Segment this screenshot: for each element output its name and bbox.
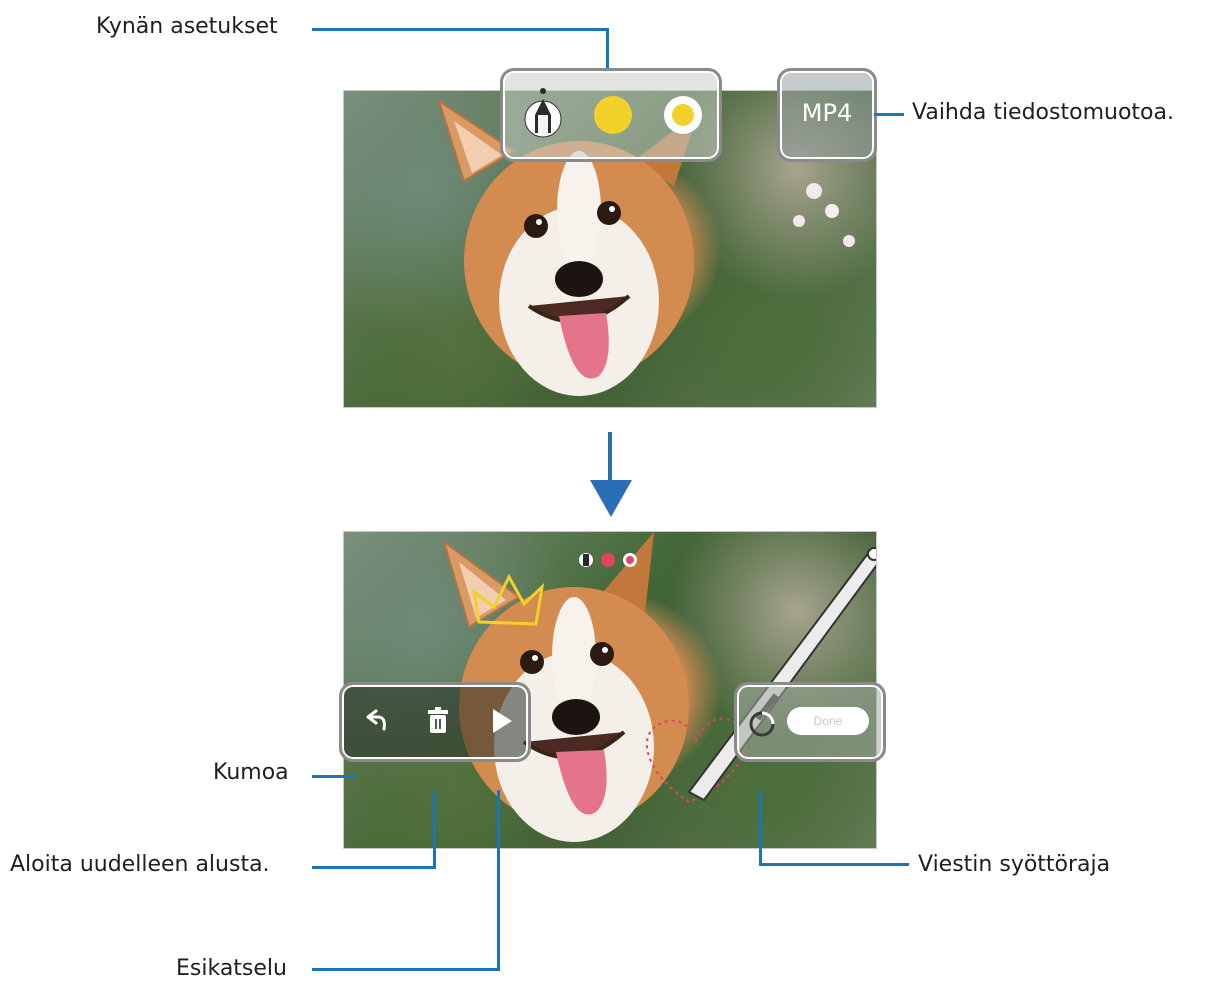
callout-line <box>497 790 500 971</box>
callout-line <box>433 790 436 869</box>
play-icon[interactable] <box>490 707 514 735</box>
label-preview: Esikatselu <box>176 956 287 981</box>
input-limit-indicator-icon <box>749 711 775 737</box>
pen-settings-mini[interactable] <box>578 550 638 570</box>
callout-line <box>312 968 500 971</box>
message-limit-panel: Done <box>734 682 886 762</box>
done-button-label: Done <box>813 714 843 728</box>
label-pen-settings: Kynän asetukset <box>96 14 278 39</box>
label-undo: Kumoa <box>213 760 289 785</box>
file-format-label: MP4 <box>801 99 853 127</box>
label-restart: Aloita uudelleen alusta. <box>10 852 270 877</box>
pen-settings-panel <box>500 68 722 162</box>
color-circle-icon[interactable] <box>593 95 633 135</box>
down-arrow-icon <box>590 432 632 517</box>
playback-toolbar <box>339 682 531 762</box>
callout-line <box>312 775 356 778</box>
file-format-button[interactable]: MP4 <box>777 68 877 162</box>
callout-line <box>759 790 762 866</box>
label-change-format: Vaihda tiedostomuotoa. <box>912 100 1174 125</box>
done-button[interactable]: Done <box>787 707 869 735</box>
undo-arrow-icon[interactable] <box>360 707 390 737</box>
pen-size-icon[interactable] <box>663 95 703 135</box>
callout-line <box>312 866 436 869</box>
callout-line <box>312 28 608 31</box>
pen-tip-icon[interactable] <box>523 85 563 141</box>
callout-line <box>874 113 904 116</box>
callout-line <box>759 863 909 866</box>
trash-icon[interactable] <box>426 707 450 735</box>
label-input-limit: Viestin syöttöraja <box>918 852 1111 877</box>
callout-line <box>606 28 609 70</box>
